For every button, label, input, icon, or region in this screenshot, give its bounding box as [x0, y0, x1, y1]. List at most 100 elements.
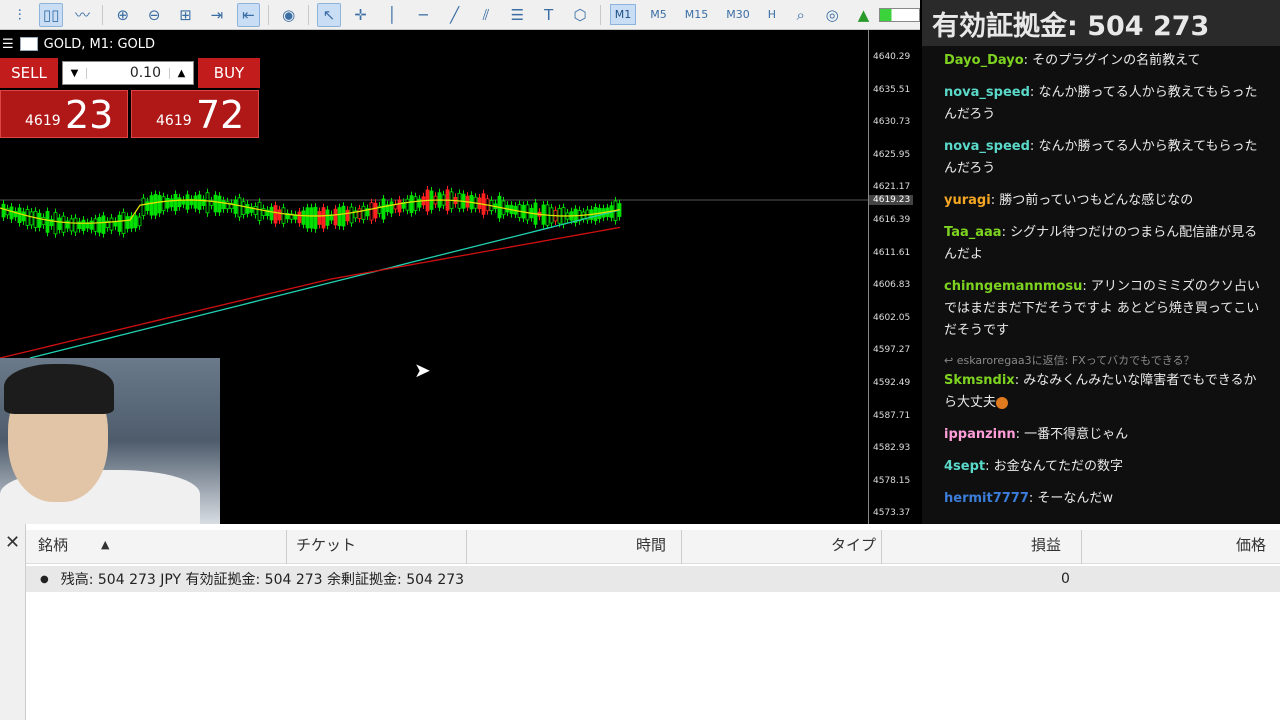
- price-axis[interactable]: 4640.29 4635.51 4630.73 4625.95 4621.17 4616.…: [868, 30, 922, 524]
- zoom-in-icon[interactable]: ⊕: [111, 3, 134, 27]
- lot-value[interactable]: 0.10: [87, 65, 169, 81]
- candle-body: [197, 194, 202, 210]
- chat-username[interactable]: hermit7777: [944, 491, 1029, 506]
- chat-message[interactable]: 4sept: お金なんてただの数字: [944, 456, 1266, 478]
- text-tool-icon[interactable]: T: [537, 3, 560, 27]
- column-header-3[interactable]: タイプ: [831, 534, 876, 555]
- column-divider[interactable]: [466, 530, 467, 564]
- chart-shift-icon[interactable]: ⇤: [236, 2, 261, 27]
- lot-increase-icon[interactable]: ▲: [169, 67, 193, 79]
- chat-message[interactable]: Taa_aaa: シグナル待つだけのつまらん配信誰が見るんだよ: [944, 222, 1266, 266]
- tile-windows-icon[interactable]: ⊞: [174, 3, 197, 27]
- line-chart-icon[interactable]: 〰: [71, 3, 94, 27]
- chat-message[interactable]: Skmsndix: みなみくんみたいな障害者でもできるから大丈夫: [944, 370, 1266, 414]
- chat-username[interactable]: 4sept: [944, 459, 985, 474]
- candle-body: [37, 212, 42, 228]
- toolbar-divider: [268, 4, 270, 25]
- vertical-line-icon[interactable]: │: [380, 3, 403, 27]
- timeframe-m15[interactable]: M15: [681, 5, 713, 24]
- search-icon[interactable]: ⌕: [789, 3, 812, 27]
- candle-body: [273, 205, 278, 224]
- axis-tick-label: 4640.29: [873, 52, 911, 62]
- chat-colon: :: [1015, 427, 1025, 442]
- candlestick-icon[interactable]: ▯▯: [39, 2, 63, 27]
- chat-text: 一番不得意じゃん: [1024, 427, 1129, 442]
- candle-body: [281, 207, 286, 224]
- chat-text: お金なんてただの数字: [993, 459, 1123, 474]
- account-icon[interactable]: ◎: [820, 3, 843, 27]
- balance-row[interactable]: ● 残高: 504 273 JPY 有効証拠金: 504 273 余剰証拠金: …: [26, 566, 1280, 592]
- chat-username[interactable]: chinngemannmosu: [944, 279, 1082, 294]
- axis-tick-label: 4602.05: [873, 312, 911, 323]
- chat-message[interactable]: hermit7777: そーなんだw: [944, 488, 1266, 510]
- candle-body: [325, 209, 330, 226]
- column-divider[interactable]: [681, 530, 682, 564]
- timeframe-m30[interactable]: M30: [722, 5, 754, 24]
- shapes-icon[interactable]: ⬡: [568, 3, 591, 27]
- lot-dropdown-icon[interactable]: ▼: [63, 67, 87, 79]
- column-header-4[interactable]: 損益: [1031, 534, 1061, 555]
- chat-username[interactable]: nova_speed: [944, 85, 1030, 100]
- buy-price-box[interactable]: 4619 72: [131, 90, 259, 138]
- chat-message[interactable]: chinngemannmosu: アリンコのミミズのクソ占いではまだまだ下だそう…: [944, 276, 1266, 342]
- channel-icon[interactable]: ⫽: [474, 3, 497, 27]
- column-header-1[interactable]: チケット: [296, 534, 356, 555]
- timeframe-m1[interactable]: M1: [609, 4, 637, 25]
- chat-username[interactable]: ippanzinn: [944, 427, 1016, 442]
- sort-ascending-icon[interactable]: ▲: [101, 538, 109, 551]
- column-header-0[interactable]: 銘柄: [38, 534, 68, 555]
- chat-colon: :: [1082, 279, 1091, 294]
- candle-body: [177, 197, 182, 208]
- column-header-5[interactable]: 価格: [1236, 534, 1266, 555]
- candle-body: [413, 196, 418, 211]
- chat-username[interactable]: yuragi: [944, 193, 991, 208]
- chat-message[interactable]: yuragi: 勝つ前っていつもどんな感じなの: [944, 190, 1266, 212]
- horizontal-line-icon[interactable]: ─: [412, 3, 435, 27]
- fibonacci-icon[interactable]: ☰: [506, 3, 529, 27]
- timeframe-m5[interactable]: M5: [646, 5, 671, 24]
- column-header-2[interactable]: 時間: [636, 534, 666, 555]
- chat-message[interactable]: Dayo_Dayo: そのプラグインの名前教えて: [944, 50, 1266, 72]
- chart-menu-icon[interactable]: ☰: [2, 37, 14, 52]
- chat-text: 勝つ前っていつもどんな感じなの: [999, 193, 1194, 208]
- signal-strength-bar: [879, 7, 921, 22]
- chat-message[interactable]: ippanzinn: 一番不得意じゃん: [944, 424, 1266, 446]
- candle-body: [221, 200, 226, 210]
- chat-text: そのプラグインの名前教えて: [1032, 53, 1201, 68]
- candle-body: [297, 211, 302, 224]
- lot-size-input[interactable]: ▼ 0.10 ▲: [62, 61, 194, 85]
- candle-body: [305, 207, 310, 229]
- candle-body: [301, 210, 306, 225]
- symbol-icon: [19, 37, 38, 51]
- chat-username[interactable]: nova_speed: [944, 139, 1030, 154]
- candle-body: [233, 199, 238, 214]
- sell-button[interactable]: SELL: [0, 58, 58, 88]
- close-icon[interactable]: ✕: [0, 524, 26, 720]
- crosshair-icon[interactable]: ✛: [349, 3, 372, 27]
- current-price-label: 4619.23: [869, 195, 913, 205]
- chat-username[interactable]: Taa_aaa: [944, 225, 1002, 240]
- candle-body: [97, 217, 102, 233]
- chat-username[interactable]: Dayo_Dayo: [944, 53, 1024, 68]
- candle-body: [389, 201, 394, 214]
- sell-price-box[interactable]: 4619 23: [0, 90, 128, 138]
- column-divider[interactable]: [286, 530, 287, 564]
- zoom-out-icon[interactable]: ⊖: [143, 3, 166, 27]
- column-divider[interactable]: [881, 530, 882, 564]
- candle-body: [321, 207, 326, 229]
- screenshot-icon[interactable]: ◉: [277, 3, 300, 27]
- chart-bars-icon[interactable]: ⫶: [8, 3, 31, 27]
- chat-username[interactable]: Skmsndix: [944, 373, 1015, 388]
- autoscroll-icon[interactable]: ⇥: [205, 3, 228, 27]
- chat-message[interactable]: nova_speed: なんか勝ってる人から教えてもらったんだろう: [944, 82, 1266, 126]
- algo-trading-icon[interactable]: ▲: [852, 3, 875, 27]
- live-chat: Dayo_Dayo: そのプラグインの名前教えて nova_speed: なんか勝…: [922, 46, 1280, 524]
- buy-button[interactable]: BUY: [198, 58, 260, 88]
- trendline-icon[interactable]: ╱: [443, 3, 466, 27]
- cursor-icon[interactable]: ↖: [317, 2, 341, 27]
- column-divider[interactable]: [1081, 530, 1082, 564]
- timeframe-h[interactable]: H: [764, 5, 780, 24]
- candle-body: [149, 195, 154, 216]
- terminal-header: 銘柄 チケット 時間 タイプ 損益 価格 ▲: [26, 530, 1280, 564]
- chat-message[interactable]: nova_speed: なんか勝ってる人から教えてもらったんだろう: [944, 136, 1266, 180]
